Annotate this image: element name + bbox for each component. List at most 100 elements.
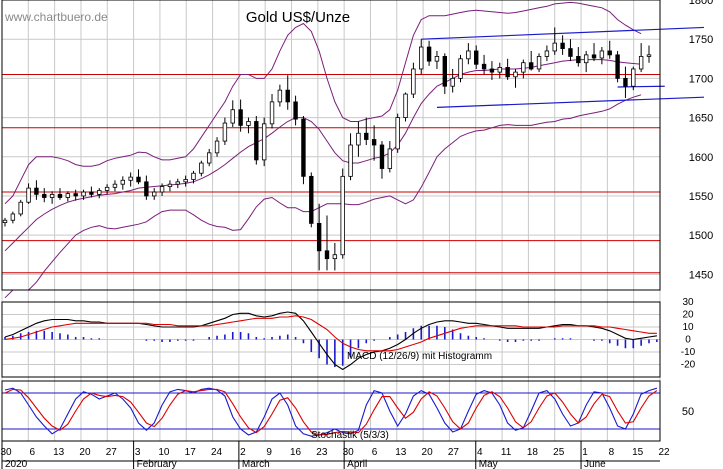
candle-body-up	[544, 50, 550, 57]
candle-body-up	[434, 56, 440, 62]
x-day-tick-label: 9	[266, 447, 272, 458]
x-day-tick-label: 1	[582, 447, 588, 458]
candle-body-up	[159, 186, 165, 193]
candle-body-up	[65, 193, 71, 198]
x-day-tick-label: 2	[240, 447, 246, 458]
x-day-tick-label: 22	[658, 447, 670, 458]
candle-body-down	[89, 191, 94, 195]
x-day-tick-label: 25	[553, 447, 565, 458]
x-day-tick-label: 10	[158, 447, 170, 458]
candle-body-down	[309, 175, 314, 224]
candle-body-up	[411, 68, 416, 95]
candle-body-down	[301, 118, 306, 177]
candle-body-up	[222, 122, 228, 142]
candle-body-up	[261, 123, 267, 161]
candle-body-up	[2, 219, 8, 223]
candle-body-up	[513, 71, 518, 78]
candle-body-down	[371, 139, 377, 146]
candle-body-down	[73, 193, 78, 197]
candle-body-down	[254, 121, 259, 161]
price-y-tick-label: 1750	[689, 34, 713, 46]
candle-body-up	[10, 213, 16, 221]
x-day-tick-label: 17	[185, 447, 197, 458]
candle-body-up	[175, 181, 180, 185]
x-day-tick-label: 8	[609, 447, 615, 458]
x-day-tick-label: 18	[527, 447, 539, 458]
candle-body-down	[528, 62, 534, 70]
candle-body-down	[144, 181, 149, 197]
macd-y-tick-label: 20	[682, 310, 694, 321]
candle-body-up	[340, 175, 345, 256]
x-day-tick-label: 20	[422, 447, 434, 458]
candle-body-up	[552, 42, 557, 52]
candle-body-up	[128, 176, 133, 181]
candle-body-down	[489, 68, 495, 73]
candle-body-up	[152, 191, 157, 197]
candle-body-up	[230, 109, 235, 124]
candle-body-up	[26, 187, 31, 203]
stochastic-y-tick-label: 50	[682, 406, 694, 418]
candle-body-up	[199, 162, 204, 174]
candle-body-down	[324, 250, 330, 260]
candle-body-up	[497, 67, 502, 73]
price-y-tick-label: 1600	[689, 152, 713, 164]
chart-canvas: 145015001550160016501700175018003020100-…	[0, 0, 723, 469]
price-y-tick-label: 1700	[689, 73, 713, 85]
x-month-label: April	[347, 459, 367, 469]
candle-body-up	[646, 54, 652, 57]
price-y-tick-label: 1450	[689, 269, 713, 281]
x-day-tick-label: 15	[632, 447, 644, 458]
candle-body-up	[583, 54, 589, 64]
candle-body-up	[419, 46, 424, 70]
candle-body-up	[269, 101, 275, 125]
candle-body-up	[167, 183, 173, 187]
price-y-tick-label: 1800	[689, 0, 713, 7]
x-day-tick-label: 3	[135, 447, 141, 458]
candle-body-down	[285, 89, 290, 103]
candle-body-up	[81, 191, 86, 197]
candle-body-up	[214, 140, 220, 154]
candle-body-down	[426, 46, 432, 62]
candle-body-down	[560, 42, 565, 49]
price-y-tick-label: 1650	[689, 113, 713, 125]
candle-body-up	[191, 172, 196, 180]
candle-body-up	[356, 132, 361, 146]
candle-body-up	[246, 121, 251, 126]
candle-body-down	[42, 193, 47, 198]
stochastic-label: Stochastik (5/3/3)	[311, 430, 389, 441]
x-day-tick-label: 13	[53, 447, 65, 458]
candle-body-down	[57, 193, 63, 198]
candle-body-up	[277, 89, 283, 103]
x-month-label: May	[479, 459, 498, 469]
candle-body-up	[49, 193, 55, 198]
candle-body-down	[576, 56, 581, 64]
candle-body-down	[293, 101, 298, 120]
candle-body-down	[136, 176, 141, 183]
candle-body-up	[521, 62, 526, 73]
x-day-tick-label: 11	[501, 447, 512, 458]
candle-body-down	[623, 77, 628, 87]
x-day-tick-label: 23	[316, 447, 328, 458]
chart-background	[0, 0, 723, 469]
candle-body-up	[112, 183, 118, 188]
candle-body-up	[403, 93, 408, 118]
candle-body-up	[638, 56, 644, 70]
candle-body-down	[316, 222, 322, 252]
candle-body-up	[599, 50, 605, 59]
candle-body-up	[387, 148, 393, 169]
candle-body-up	[183, 179, 188, 183]
macd-y-tick-label: 30	[682, 297, 694, 308]
x-day-tick-label: 27	[448, 447, 460, 458]
macd-label: MACD (12/26/9) mit Histogramm	[347, 351, 492, 362]
x-month-label: February	[137, 459, 177, 469]
candle-body-up	[450, 77, 455, 87]
candle-body-up	[104, 186, 110, 191]
macd-y-tick-label: -10	[681, 347, 696, 358]
candle-body-up	[97, 190, 102, 195]
candle-body-down	[505, 67, 510, 78]
candle-body-up	[120, 179, 126, 185]
macd-y-tick-label: 0	[685, 335, 691, 346]
x-day-tick-label: 27	[106, 447, 118, 458]
candle-body-down	[379, 144, 385, 169]
x-month-label: 2020	[5, 459, 28, 469]
